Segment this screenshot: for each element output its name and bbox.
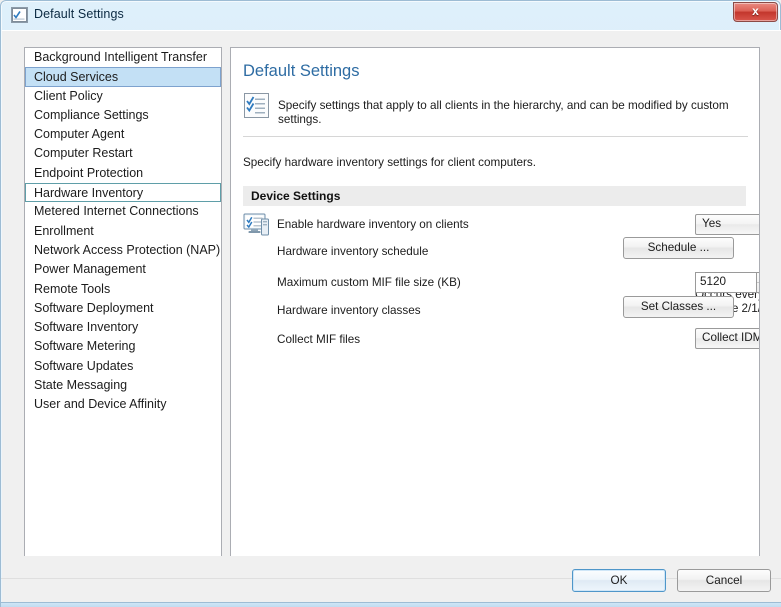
sidebar-item-background-intelligent-transfer[interactable]: Background Intelligent Transfer [25,48,221,67]
settings-window-icon [11,7,28,23]
sidebar-item-software-updates[interactable]: Software Updates [25,357,221,376]
sidebar-item-cloud-services[interactable]: Cloud Services [25,67,221,87]
computer-checklist-icon [243,211,271,239]
max-custom-mif-size-value: 5120 [700,275,727,288]
application-window: Default Settings x Background Intelligen… [0,0,781,607]
stepper-buttons[interactable] [756,273,759,292]
stepper-down-button[interactable] [757,283,759,292]
settings-detail-panel: Default Settings Specify settings that a… [230,47,760,562]
sidebar-item-remote-tools[interactable]: Remote Tools [25,280,221,299]
set-classes-button[interactable]: Set Classes ... [623,296,734,318]
stepper-up-button[interactable] [757,273,759,283]
checklist-document-icon [243,92,270,119]
dialog-window: Default Settings x Background Intelligen… [0,0,781,607]
device-settings-group-header: Device Settings [243,186,746,206]
sidebar-item-metered-internet-connections[interactable]: Metered Internet Connections [25,202,221,221]
sidebar-item-power-management[interactable]: Power Management [25,260,221,279]
sidebar-item-computer-agent[interactable]: Computer Agent [25,125,221,144]
sidebar-item-enrollment[interactable]: Enrollment [25,222,221,241]
window-title: Default Settings [34,7,124,21]
collect-mif-files-value: Collect IDMIF and NOIDMIF files [702,331,759,344]
enable-hardware-inventory-value: Yes [702,217,722,230]
sidebar-item-network-access-protection[interactable]: Network Access Protection (NAP) [25,241,221,260]
sidebar-item-client-policy[interactable]: Client Policy [25,87,221,106]
dialog-client-area: Background Intelligent Transfer Cloud Se… [2,30,781,578]
hardware-inventory-schedule-label: Hardware inventory schedule [277,245,429,258]
close-button[interactable]: x [733,2,778,22]
sidebar-item-compliance-settings[interactable]: Compliance Settings [25,106,221,125]
ok-button[interactable]: OK [572,569,666,592]
page-description: Specify settings that apply to all clien… [278,99,729,126]
sidebar-item-software-deployment[interactable]: Software Deployment [25,299,221,318]
sidebar-item-user-and-device-affinity[interactable]: User and Device Affinity [25,395,221,414]
max-custom-mif-size-label: Maximum custom MIF file size (KB) [277,276,461,289]
enable-hardware-inventory-dropdown[interactable]: Yes [695,214,760,235]
schedule-button[interactable]: Schedule ... [623,237,734,259]
close-icon: x [752,4,759,18]
sidebar-item-software-inventory[interactable]: Software Inventory [25,318,221,337]
group-heading-label: Device Settings [251,189,341,203]
sidebar-item-hardware-inventory[interactable]: Hardware Inventory [25,183,221,203]
window-bottom-edge [1,602,781,607]
page-title: Default Settings [243,62,360,80]
sidebar-item-endpoint-protection[interactable]: Endpoint Protection [25,164,221,183]
max-custom-mif-size-stepper[interactable]: 5120 [695,272,759,293]
page-subtitle: Specify hardware inventory settings for … [243,156,536,169]
enable-hardware-inventory-label: Enable hardware inventory on clients [277,218,469,231]
cancel-button[interactable]: Cancel [677,569,771,592]
hardware-inventory-classes-label: Hardware inventory classes [277,304,421,317]
title-bar: Default Settings x [1,1,781,31]
chevron-down-icon [759,223,760,227]
sidebar-item-computer-restart[interactable]: Computer Restart [25,144,221,163]
sidebar-item-software-metering[interactable]: Software Metering [25,337,221,356]
collect-mif-files-label: Collect MIF files [277,333,361,346]
header-divider [243,136,748,137]
sidebar-item-state-messaging[interactable]: State Messaging [25,376,221,395]
settings-category-list[interactable]: Background Intelligent Transfer Cloud Se… [24,47,222,562]
collect-mif-files-dropdown[interactable]: Collect IDMIF and NOIDMIF files [695,328,759,349]
